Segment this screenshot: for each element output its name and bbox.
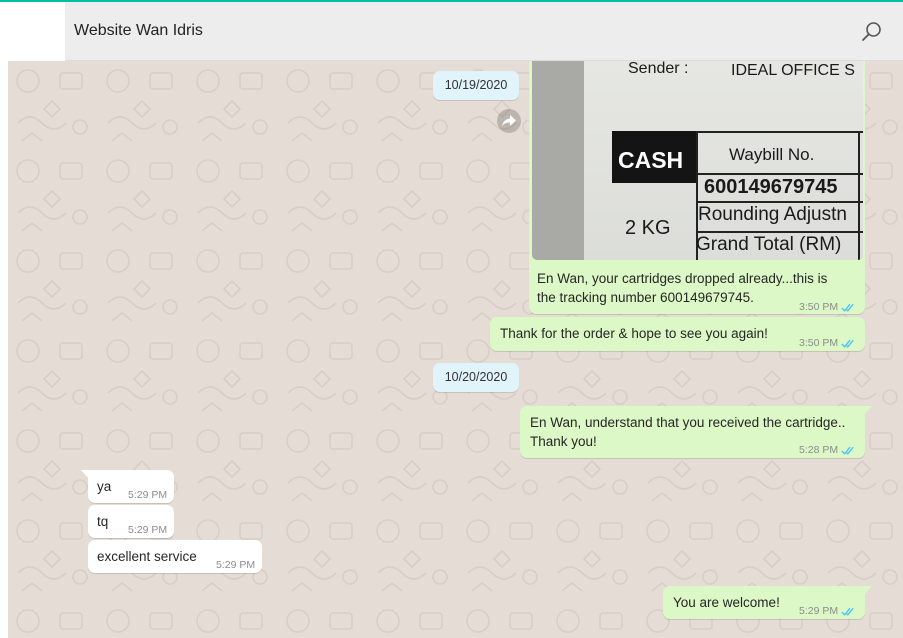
receipt-photo[interactable]: Sender : IDEAL OFFICE S CASH Waybill No.… [532,61,863,260]
incoming-message[interactable]: ya 5:29 PM [81,470,174,505]
search-icon [862,22,881,41]
message-text: ya [97,479,112,494]
message-text: You are welcome! [673,595,780,610]
message-text: Thank for the order & hope to see you ag… [500,326,768,341]
image-caption-line: the tracking number 600149679745. [537,290,754,305]
conversation-panel[interactable]: 10/19/2020 Sender : IDEAL OFFICE S CASH … [8,61,903,638]
receipt-rule [696,131,863,133]
receipt-sender-value: IDEAL OFFICE S [731,62,855,79]
message-time: 5:29 PM [799,605,839,617]
contact-name[interactable]: Website Wan Idris [74,22,203,40]
date-chip: 10/20/2020 [433,363,519,392]
message-meta: 5:28 PM [799,441,857,460]
message-meta: 5:29 PM [216,556,255,575]
receipt-rule [858,131,860,260]
receipt-waybill-value: 600149679745 [704,176,838,198]
forward-icon [502,115,516,127]
message-text-line: Thank you! [530,434,597,449]
message-time: 5:29 PM [128,489,168,501]
message-text-line: En Wan, understand that you received the… [530,415,846,430]
double-check-icon [841,446,854,455]
message-time: 5:29 PM [128,524,168,536]
double-check-icon [841,303,854,312]
date-chip: 10/19/2020 [433,71,519,100]
receipt-rounding-label: Rounding Adjustn [698,204,847,225]
receipt-weight: 2 KG [625,217,671,239]
incoming-message[interactable]: tq 5:29 PM [88,505,174,538]
message-time: 3:50 PM [799,337,839,349]
double-check-icon [841,607,854,616]
image-message[interactable]: Sender : IDEAL OFFICE S CASH Waybill No.… [529,61,865,314]
outgoing-message[interactable]: En Wan, understand that you received the… [520,406,872,460]
message-meta: 5:29 PM [128,521,167,540]
receipt-rule [696,173,863,175]
incoming-message[interactable]: excellent service 5:29 PM [88,540,262,573]
date-chip-label: 10/20/2020 [444,370,508,384]
forward-button[interactable] [497,109,521,133]
message-time: 5:28 PM [799,444,839,456]
receipt-cash-label: CASH [618,147,684,173]
message-meta: 5:29 PM [799,602,857,621]
search-button[interactable] [860,20,884,44]
message-meta: 5:29 PM [128,486,167,505]
date-chip-label: 10/19/2020 [444,78,508,92]
chat-header: Website Wan Idris [65,2,903,61]
message-time: 3:50 PM [799,301,839,313]
message-text: tq [97,514,109,529]
receipt-sender-label: Sender : [628,61,689,77]
receipt-grand-total-label: Grand Total (RM) [696,234,842,255]
receipt-waybill-label: Waybill No. [729,145,815,164]
image-caption-line: En Wan, your cartridges dropped already.… [537,271,828,286]
message-text: excellent service [97,549,197,564]
message-meta: 3:50 PM [799,334,857,353]
receipt-rule [696,231,863,233]
double-check-icon [841,339,854,348]
receipt-rule [696,201,863,203]
message-time: 5:29 PM [216,559,256,571]
avatar[interactable] [8,2,65,61]
outgoing-message[interactable]: You are welcome! 5:29 PM [663,586,872,621]
message-meta: 3:50 PM [799,298,857,317]
outgoing-message[interactable]: Thank for the order & hope to see you ag… [490,317,865,351]
